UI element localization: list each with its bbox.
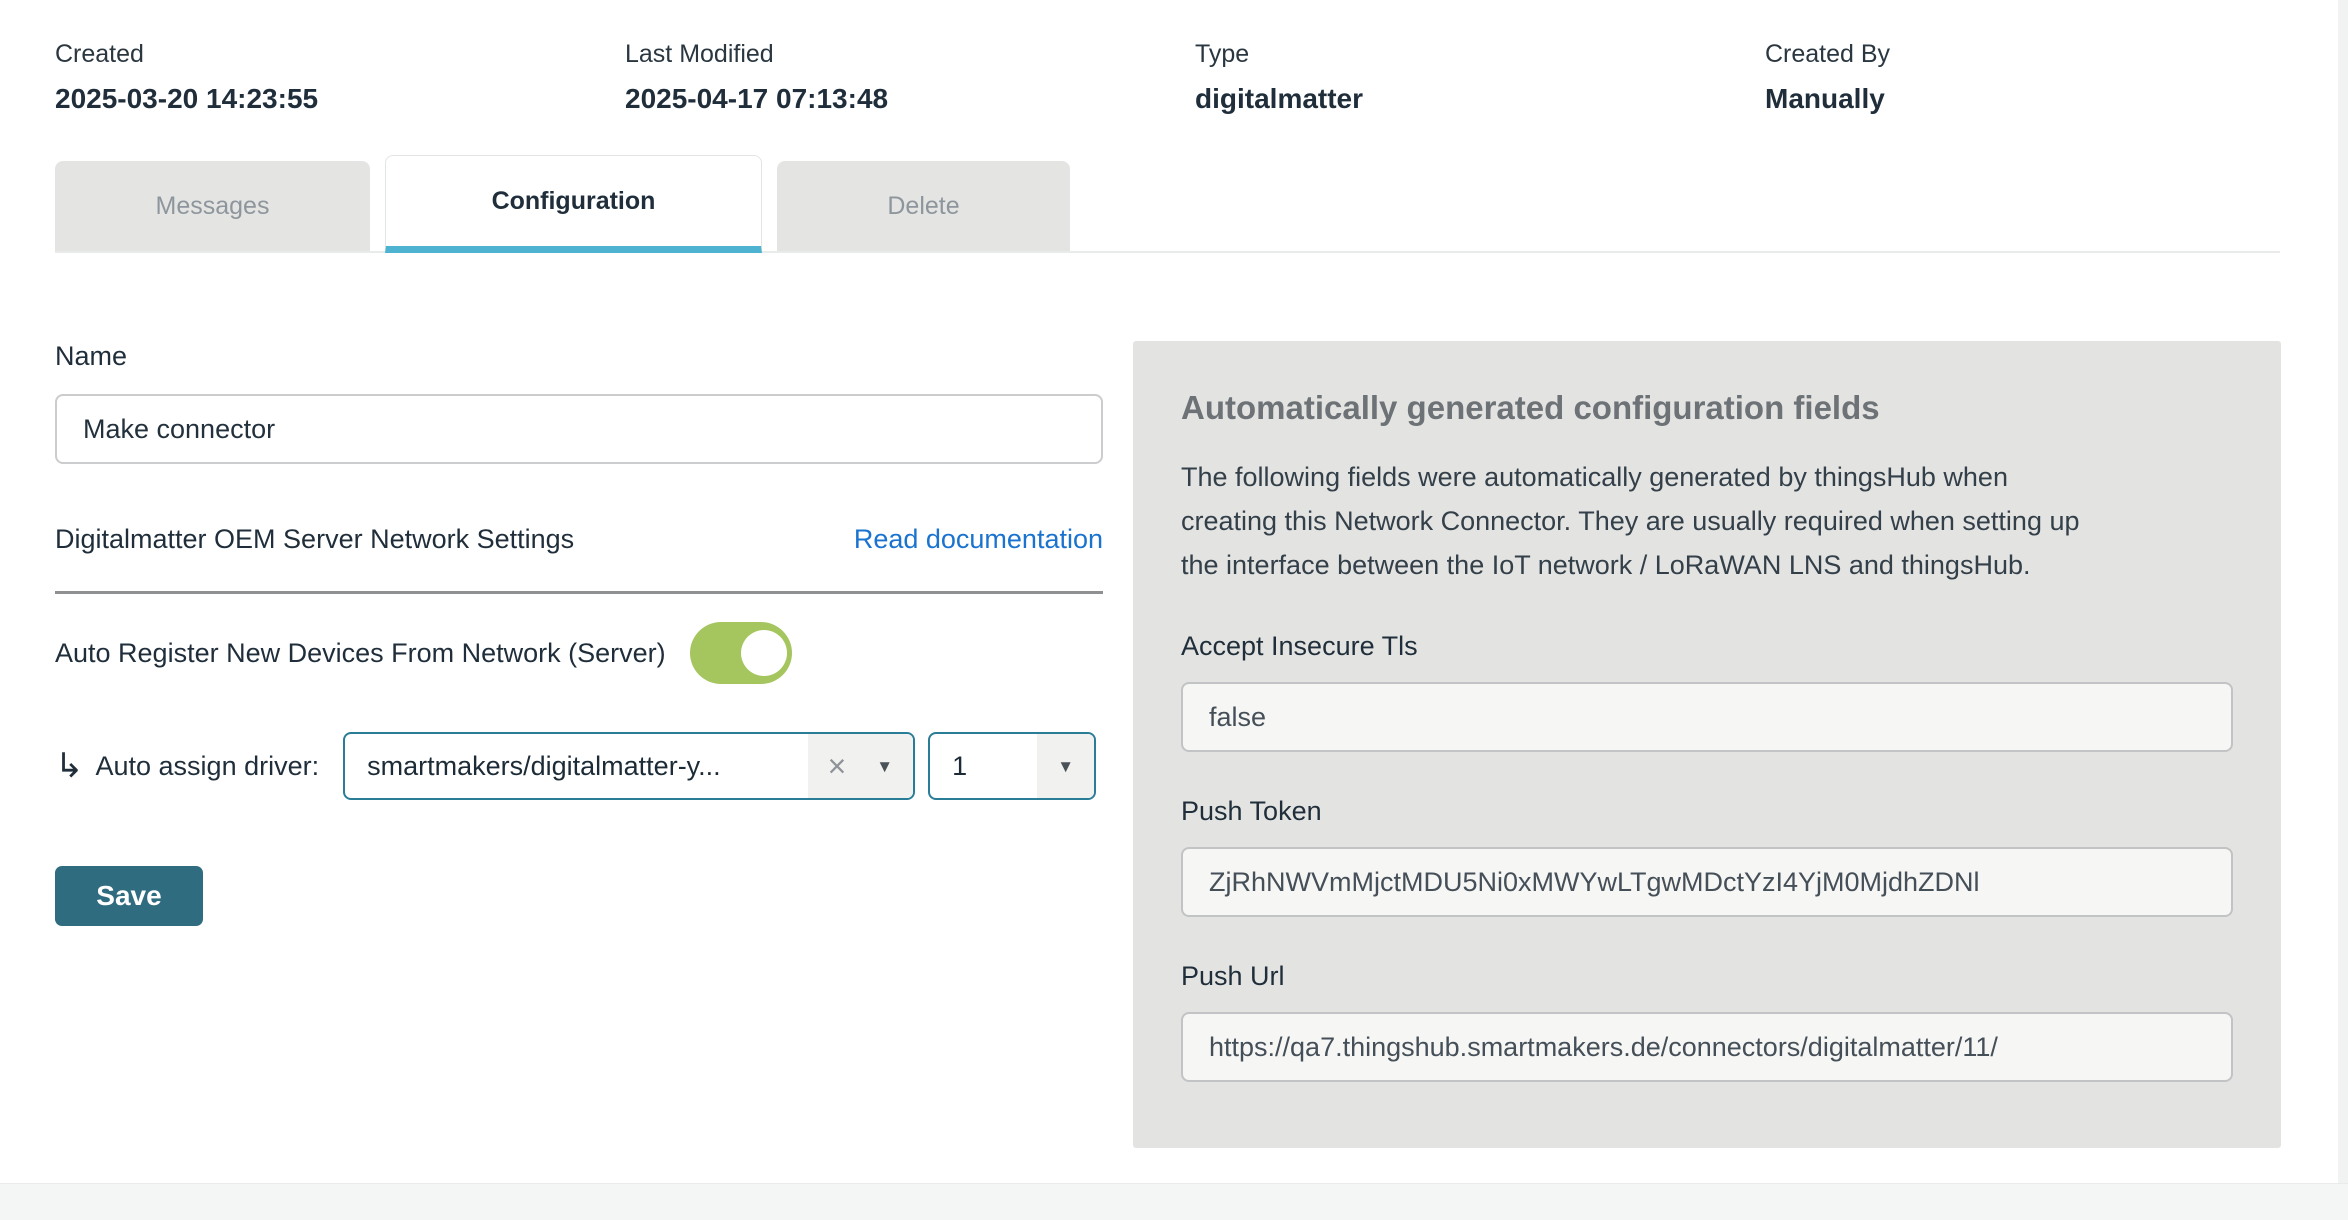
meta-value: 2025-03-20 14:23:55 xyxy=(55,83,625,115)
auto-config-panel: Automatically generated configuration fi… xyxy=(1133,341,2281,1148)
read-documentation-link[interactable]: Read documentation xyxy=(854,524,1103,555)
meta-last-modified: Last Modified 2025-04-17 07:13:48 xyxy=(625,40,1195,115)
auto-config-description: The following fields were automatically … xyxy=(1181,455,2233,587)
name-label: Name xyxy=(55,341,1103,372)
auto-assign-driver-label: Auto assign driver: xyxy=(96,751,320,782)
chevron-down-icon[interactable]: ▼ xyxy=(1057,758,1074,775)
auto-assign-driver-row: ↳ Auto assign driver: smartmakers/digita… xyxy=(55,732,1103,800)
meta-label: Created xyxy=(55,40,625,69)
push-url-label: Push Url xyxy=(1181,961,2233,992)
description-line: the interface between the IoT network / … xyxy=(1181,543,2233,587)
description-line: creating this Network Connector. They ar… xyxy=(1181,499,2233,543)
meta-label: Last Modified xyxy=(625,40,1195,69)
meta-value: 2025-04-17 07:13:48 xyxy=(625,83,1195,115)
driver-select-value: smartmakers/digitalmatter-y... xyxy=(345,734,807,798)
network-settings-section-header: Digitalmatter OEM Server Network Setting… xyxy=(55,524,1103,555)
connector-detail-page: Created 2025-03-20 14:23:55 Last Modifie… xyxy=(0,0,2348,1220)
auto-config-heading: Automatically generated configuration fi… xyxy=(1181,389,2233,427)
push-token-label: Push Token xyxy=(1181,796,2233,827)
version-select-controls: ▼ xyxy=(1037,734,1094,798)
driver-select-controls: × ▼ xyxy=(808,734,914,798)
connector-settings-form: Name Digitalmatter OEM Server Network Se… xyxy=(55,341,1103,1148)
auto-register-row: Auto Register New Devices From Network (… xyxy=(55,622,1103,684)
meta-label: Created By xyxy=(1765,40,2335,69)
configuration-tab-content: Name Digitalmatter OEM Server Network Se… xyxy=(0,253,2348,1148)
version-select-value: 1 xyxy=(930,734,1037,798)
clear-selection-icon[interactable]: × xyxy=(828,750,847,782)
accept-insecure-tls-label: Accept Insecure Tls xyxy=(1181,631,2233,662)
meta-value: Manually xyxy=(1765,83,2335,115)
tab-bar: Messages Configuration Delete xyxy=(55,155,2280,253)
meta-type: Type digitalmatter xyxy=(1195,40,1765,115)
push-token-input[interactable] xyxy=(1181,847,2233,917)
tab-messages[interactable]: Messages xyxy=(55,161,370,251)
auto-register-label: Auto Register New Devices From Network (… xyxy=(55,638,666,669)
driver-version-select[interactable]: 1 ▼ xyxy=(928,732,1096,800)
meta-created-by: Created By Manually xyxy=(1765,40,2335,115)
driver-select[interactable]: smartmakers/digitalmatter-y... × ▼ xyxy=(343,732,915,800)
push-url-input[interactable] xyxy=(1181,1012,2233,1082)
meta-created: Created 2025-03-20 14:23:55 xyxy=(55,40,625,115)
meta-label: Type xyxy=(1195,40,1765,69)
accept-insecure-tls-input[interactable] xyxy=(1181,682,2233,752)
connector-meta-header: Created 2025-03-20 14:23:55 Last Modifie… xyxy=(0,0,2348,115)
section-divider xyxy=(55,591,1103,594)
tab-configuration[interactable]: Configuration xyxy=(385,155,762,253)
auto-register-toggle[interactable] xyxy=(690,622,792,684)
scrollbar-track[interactable] xyxy=(2338,0,2348,1220)
footer-strip xyxy=(0,1183,2348,1220)
description-line: The following fields were automatically … xyxy=(1181,455,2233,499)
sub-item-arrow-icon: ↳ xyxy=(55,749,84,783)
network-settings-heading: Digitalmatter OEM Server Network Setting… xyxy=(55,524,574,555)
tab-delete[interactable]: Delete xyxy=(777,161,1070,251)
name-input[interactable] xyxy=(55,394,1103,464)
toggle-knob xyxy=(741,630,787,676)
chevron-down-icon[interactable]: ▼ xyxy=(876,758,893,775)
save-button[interactable]: Save xyxy=(55,866,203,926)
meta-value: digitalmatter xyxy=(1195,83,1765,115)
